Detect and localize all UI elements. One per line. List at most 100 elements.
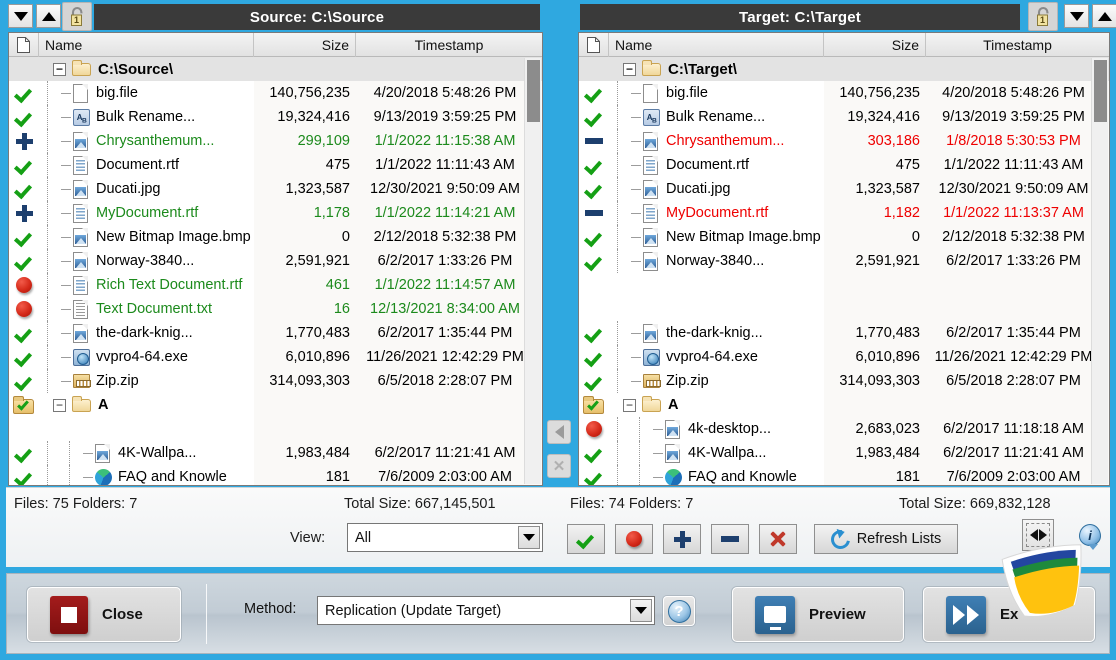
- row-status-icon[interactable]: [579, 85, 609, 101]
- splitter-button[interactable]: [1022, 519, 1054, 551]
- column-header-timestamp[interactable]: Timestamp: [926, 33, 1109, 57]
- table-row[interactable]: big.file 140,756,235 4/20/2018 5:48:26 PM: [579, 81, 1109, 105]
- chevron-down-icon[interactable]: [518, 526, 540, 549]
- refresh-lists-button[interactable]: Refresh Lists: [814, 524, 958, 554]
- row-status-icon[interactable]: [9, 229, 39, 245]
- row-status-icon[interactable]: [9, 253, 39, 269]
- table-row[interactable]: Ducati.jpg 1,323,587 12/30/2021 9:50:09 AM: [9, 177, 542, 201]
- collapse-toggle[interactable]: −: [53, 398, 66, 412]
- column-header-name[interactable]: Name: [39, 33, 254, 57]
- source-file-list[interactable]: Name Size Timestamp − C:\Source\ big.file 1…: [8, 32, 543, 486]
- row-status-icon[interactable]: [579, 157, 609, 173]
- row-status-icon[interactable]: [9, 132, 39, 150]
- mark-add-button[interactable]: [663, 524, 701, 554]
- row-status-icon[interactable]: [579, 349, 609, 365]
- row-status-icon[interactable]: [9, 395, 39, 414]
- table-row[interactable]: [579, 297, 1109, 321]
- table-row[interactable]: New Bitmap Image.bmp 0 2/12/2018 5:32:38 P…: [9, 225, 542, 249]
- row-status-icon[interactable]: [579, 325, 609, 341]
- table-row[interactable]: Norway-3840... 2,591,921 6/2/2017 1:33:26 …: [9, 249, 542, 273]
- row-status-icon[interactable]: [579, 395, 609, 414]
- table-row[interactable]: Chrysanthemum... 303,186 1/8/2018 5:30:53 …: [579, 129, 1109, 153]
- collapse-toggle[interactable]: −: [623, 62, 636, 76]
- mark-none-button[interactable]: [759, 524, 797, 554]
- row-status-icon[interactable]: [9, 325, 39, 341]
- row-status-icon[interactable]: [9, 349, 39, 365]
- view-select[interactable]: All: [347, 523, 543, 552]
- close-button[interactable]: Close: [27, 587, 181, 642]
- row-status-icon[interactable]: [579, 210, 609, 216]
- column-header-icon[interactable]: [9, 33, 39, 57]
- copy-left-button[interactable]: [547, 420, 571, 444]
- target-scroll-down-button[interactable]: [1064, 4, 1089, 28]
- target-lock-button[interactable]: 1: [1028, 2, 1058, 31]
- table-row[interactable]: Norway-3840... 2,591,921 6/2/2017 1:33:26 …: [579, 249, 1109, 273]
- table-row[interactable]: AB Bulk Rename... 19,324,416 9/13/2019 3:59…: [9, 105, 542, 129]
- table-row[interactable]: big.file 140,756,235 4/20/2018 5:48:26 PM: [9, 81, 542, 105]
- table-row[interactable]: Ducati.jpg 1,323,587 12/30/2021 9:50:09 AM: [579, 177, 1109, 201]
- row-status-icon[interactable]: [9, 301, 39, 317]
- table-row[interactable]: [579, 273, 1109, 297]
- source-lock-button[interactable]: 1: [62, 2, 92, 31]
- table-row[interactable]: − A: [579, 393, 1109, 417]
- column-header-icon[interactable]: [579, 33, 609, 57]
- row-status-icon[interactable]: [579, 445, 609, 461]
- row-status-icon[interactable]: [9, 469, 39, 485]
- column-header-size[interactable]: Size: [824, 33, 926, 57]
- table-row[interactable]: 4K-Wallpa... 1,983,484 6/2/2017 11:21:41 A…: [9, 441, 542, 465]
- info-button[interactable]: i: [1076, 521, 1104, 550]
- collapse-toggle[interactable]: −: [53, 62, 66, 76]
- target-scrollbar-thumb[interactable]: [1094, 60, 1107, 122]
- table-row[interactable]: − A: [9, 393, 542, 417]
- row-status-icon[interactable]: [579, 421, 609, 437]
- method-select[interactable]: Replication (Update Target): [317, 596, 655, 625]
- table-row[interactable]: Document.rtf 475 1/1/2022 11:11:43 AM: [579, 153, 1109, 177]
- row-status-icon[interactable]: [9, 277, 39, 293]
- target-vertical-scrollbar[interactable]: [1091, 58, 1108, 484]
- table-row[interactable]: FAQ and Knowle 181 7/6/2009 2:03:00 AM: [9, 465, 542, 485]
- table-row[interactable]: Chrysanthemum... 299,109 1/1/2022 11:15:38…: [9, 129, 542, 153]
- table-row[interactable]: Rich Text Document.rtf 461 1/1/2022 11:14:…: [9, 273, 542, 297]
- collapse-toggle[interactable]: −: [623, 398, 636, 412]
- table-row[interactable]: Text Document.txt 16 12/13/2021 8:34:00 AM: [9, 297, 542, 321]
- row-status-icon[interactable]: [579, 373, 609, 389]
- row-status-icon[interactable]: [9, 181, 39, 197]
- table-row[interactable]: New Bitmap Image.bmp 0 2/12/2018 5:32:38 P…: [579, 225, 1109, 249]
- source-vertical-scrollbar[interactable]: [524, 58, 541, 484]
- row-status-icon[interactable]: [579, 229, 609, 245]
- row-status-icon[interactable]: [9, 204, 39, 222]
- table-row[interactable]: Zip.zip 314,093,303 6/5/2018 2:28:07 PM: [579, 369, 1109, 393]
- row-status-icon[interactable]: [9, 445, 39, 461]
- table-row[interactable]: MyDocument.rtf 1,182 1/1/2022 11:13:37 AM: [579, 201, 1109, 225]
- source-scrollbar-thumb[interactable]: [527, 60, 540, 122]
- mark-equal-button[interactable]: [567, 524, 605, 554]
- source-scroll-up-button[interactable]: [36, 4, 61, 28]
- row-status-icon[interactable]: [579, 253, 609, 269]
- source-scroll-down-button[interactable]: [8, 4, 33, 28]
- row-status-icon[interactable]: [9, 157, 39, 173]
- row-status-icon[interactable]: [9, 373, 39, 389]
- table-row[interactable]: Zip.zip 314,093,303 6/5/2018 2:28:07 PM: [9, 369, 542, 393]
- preview-button[interactable]: Preview: [732, 587, 904, 642]
- row-status-icon[interactable]: [579, 138, 609, 144]
- table-row[interactable]: the-dark-knig... 1,770,483 6/2/2017 1:35:4…: [579, 321, 1109, 345]
- column-header-size[interactable]: Size: [254, 33, 356, 57]
- row-status-icon[interactable]: [9, 109, 39, 125]
- table-row[interactable]: [9, 417, 542, 441]
- row-status-icon[interactable]: [9, 85, 39, 101]
- row-status-icon[interactable]: [579, 469, 609, 485]
- help-button[interactable]: ?: [663, 596, 695, 626]
- table-row[interactable]: 4K-Wallpa... 1,983,484 6/2/2017 11:21:41 A…: [579, 441, 1109, 465]
- table-row[interactable]: vvpro4-64.exe 6,010,896 11/26/2021 12:42:2…: [9, 345, 542, 369]
- table-row[interactable]: 4k-desktop... 2,683,023 6/2/2017 11:18:18 …: [579, 417, 1109, 441]
- row-status-icon[interactable]: [579, 109, 609, 125]
- table-row-root[interactable]: − C:\Target\: [579, 57, 1109, 81]
- table-row[interactable]: MyDocument.rtf 1,178 1/1/2022 11:14:21 AM: [9, 201, 542, 225]
- chevron-down-icon[interactable]: [630, 599, 652, 622]
- execute-button[interactable]: Ex: [923, 587, 1095, 642]
- clear-selection-button[interactable]: ✕: [547, 454, 571, 478]
- target-file-list[interactable]: Name Size Timestamp − C:\Target\ big.file 1…: [578, 32, 1110, 486]
- table-row-root[interactable]: − C:\Source\: [9, 57, 542, 81]
- row-status-icon[interactable]: [579, 181, 609, 197]
- table-row[interactable]: AB Bulk Rename... 19,324,416 9/13/2019 3:59…: [579, 105, 1109, 129]
